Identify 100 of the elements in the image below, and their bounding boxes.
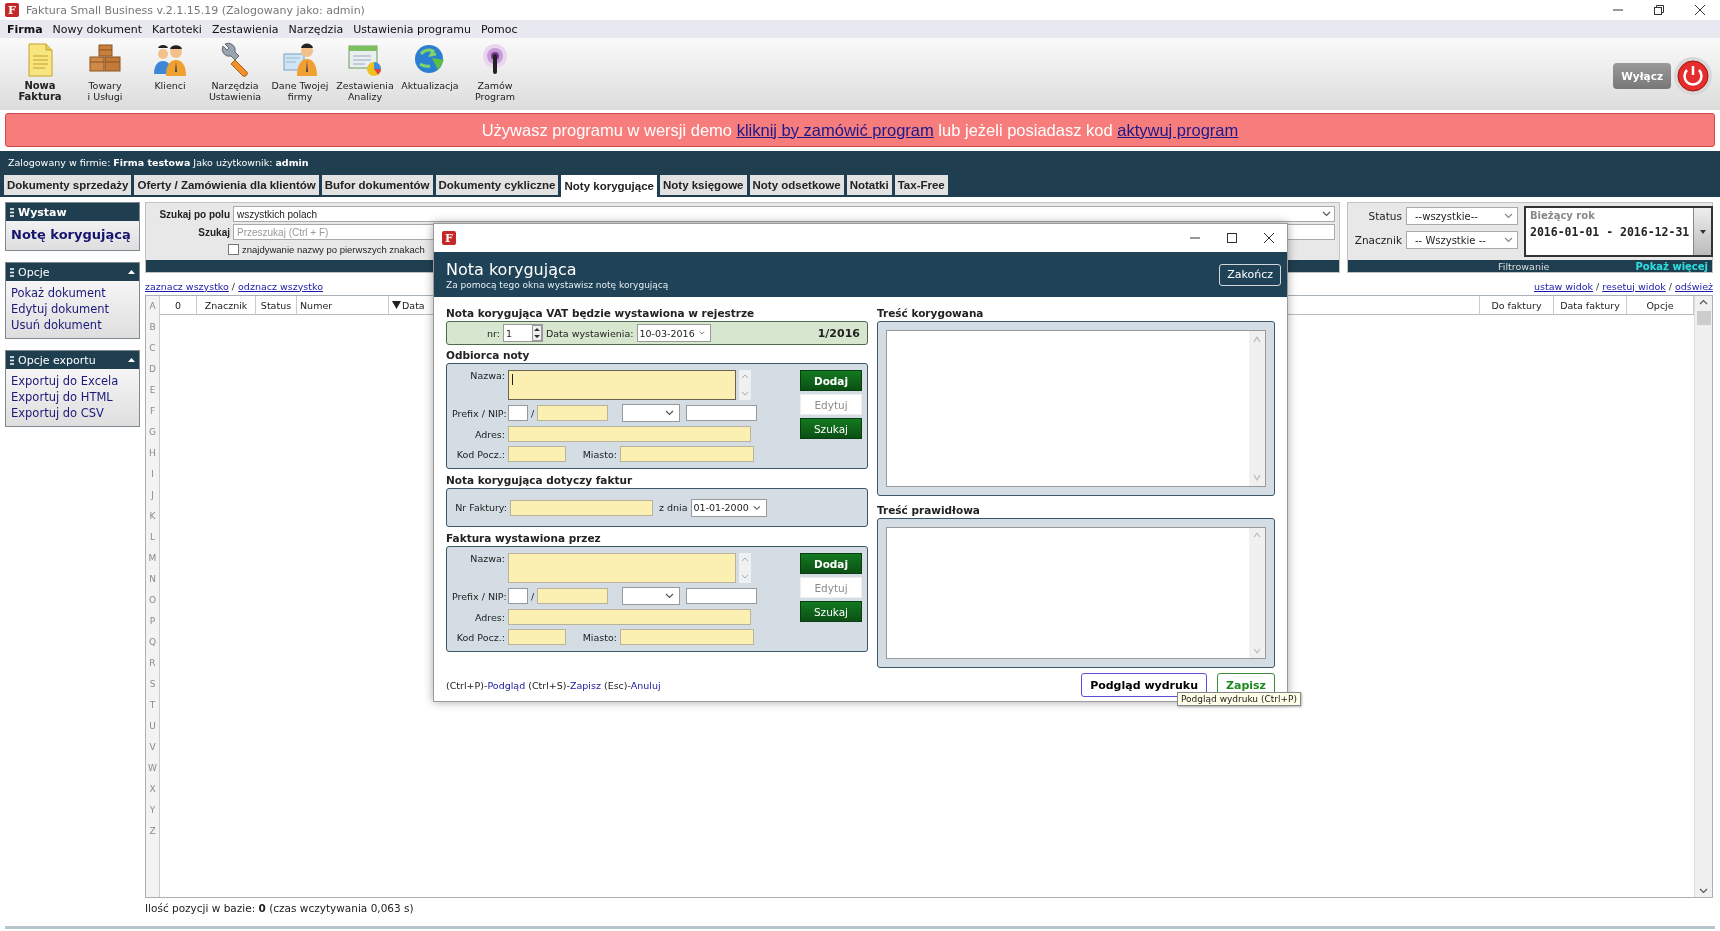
sidebar-link[interactable]: Notę korygującą <box>11 225 134 245</box>
name-field[interactable] <box>508 370 736 400</box>
power-icon[interactable] <box>1673 56 1713 96</box>
number-spinner[interactable]: 1 <box>502 324 543 342</box>
panel-title: Opcje <box>18 265 51 279</box>
tab[interactable]: Noty księgowe <box>659 175 747 195</box>
text-area[interactable] <box>886 527 1266 659</box>
menu-item[interactable]: Pomoc <box>476 22 523 36</box>
address-field[interactable] <box>508 426 751 442</box>
toolbar-button[interactable]: Towary i Usługi <box>74 42 136 102</box>
prefix-field[interactable] <box>508 405 528 421</box>
scroll-thumb[interactable] <box>1696 311 1711 325</box>
menu-item[interactable]: Firma <box>2 22 48 36</box>
action-button[interactable]: Dodaj <box>800 370 862 391</box>
toolbar-button[interactable]: Dane Twojej firmy <box>269 42 331 102</box>
shortcut-link[interactable]: Zapisz <box>569 680 601 691</box>
toolbar-button[interactable]: Narzędzia Ustawienia <box>204 42 266 102</box>
toolbar-button[interactable]: Klienci <box>139 42 201 91</box>
scroll-up-icon[interactable] <box>1699 299 1708 305</box>
finish-button[interactable]: Zakończ <box>1219 263 1281 286</box>
view-link[interactable]: resetuj widok <box>1602 280 1666 292</box>
menu-item[interactable]: Ustawienia programu <box>348 22 477 36</box>
toolbar-button[interactable]: Zamów Program <box>464 42 526 102</box>
toolbar-button[interactable]: Zestawienia Analizy <box>334 42 396 102</box>
collapse-icon[interactable] <box>128 270 135 274</box>
tab[interactable]: Noty odsetkowe <box>749 175 844 195</box>
tab[interactable]: Dokumenty sprzedaży <box>4 175 132 195</box>
city-field[interactable] <box>620 446 754 462</box>
action-button[interactable]: Dodaj <box>800 553 862 574</box>
grip-icon <box>10 207 14 217</box>
shortcut-link[interactable]: Anuluj <box>630 680 661 691</box>
action-button[interactable]: Szukaj <box>800 601 862 622</box>
prefix-field[interactable] <box>508 588 528 604</box>
date-picker[interactable]: 01-01-2000 <box>690 498 767 517</box>
tab[interactable]: Oferty / Zamówienia dla klientów <box>134 175 319 195</box>
show-more-link[interactable]: Pokaż więcej <box>1635 260 1708 272</box>
grip-icon <box>10 267 14 277</box>
collapse-icon[interactable] <box>128 358 135 362</box>
nip-field[interactable] <box>537 588 609 604</box>
tab[interactable]: Tax-Free <box>894 175 948 195</box>
spinner-arrows-icon[interactable] <box>531 325 542 341</box>
column-header[interactable]: 0 <box>160 296 197 314</box>
field-label: Prefix / NIP: <box>452 590 505 602</box>
scroll-down-icon[interactable] <box>1699 888 1708 894</box>
app-logo: F <box>5 3 19 17</box>
tab[interactable]: Noty korygujące <box>561 175 657 197</box>
sidebar-link[interactable]: Exportuj do CSV <box>11 405 134 421</box>
column-header[interactable]: Znacznik <box>197 296 256 314</box>
view-link[interactable]: odśwież <box>1674 280 1713 292</box>
menu-item[interactable]: Narzędzia <box>283 22 349 36</box>
filter-label: Znacznik <box>1353 234 1402 246</box>
postcode-field[interactable] <box>508 446 566 462</box>
action-button[interactable]: Szukaj <box>800 418 862 439</box>
sidebar-link[interactable]: Pokaż dokument <box>11 285 134 301</box>
invoice-number-field[interactable] <box>510 499 653 516</box>
field-label: Data wystawienia: <box>545 327 634 339</box>
column-header[interactable]: Do faktury <box>1480 296 1554 314</box>
view-link[interactable]: ustaw widok <box>1534 280 1594 292</box>
selection-link[interactable]: odznacz wszystko <box>238 280 323 292</box>
city-field[interactable] <box>620 629 754 645</box>
address-field[interactable] <box>508 609 751 625</box>
tab[interactable]: Notatki <box>846 175 892 195</box>
filter-dropdown[interactable]: --wszystkie-- <box>1406 207 1518 225</box>
sidebar-link[interactable]: Exportuj do HTML <box>11 389 134 405</box>
text-field[interactable] <box>686 405 758 421</box>
period-selector[interactable]: Bieżący rok 2016-01-01 - 2016-12-31 <box>1524 206 1714 257</box>
dropdown[interactable] <box>622 404 681 422</box>
date-picker[interactable]: 10-03-2016 <box>636 324 711 342</box>
column-header[interactable]: Data faktury <box>1554 296 1627 314</box>
toolbar-button[interactable]: Nowa Faktura <box>9 42 71 102</box>
dropdown[interactable] <box>622 587 681 605</box>
text-field[interactable] <box>686 588 758 604</box>
menu-item[interactable]: Nowy dokument <box>47 22 148 36</box>
filter-dropdown[interactable]: -- Wszystkie -- <box>1406 231 1518 249</box>
postcode-field[interactable] <box>508 629 566 645</box>
field-label: nr: <box>487 327 500 339</box>
selection-link[interactable]: zaznacz wszystko <box>145 280 229 292</box>
toolbar-button[interactable]: Aktualizacja <box>399 42 461 91</box>
menu-item[interactable]: Zestawienia <box>206 22 284 36</box>
tab[interactable]: Bufor dokumentów <box>321 175 433 195</box>
sidebar-link[interactable]: Usuń dokument <box>11 317 134 333</box>
exit-button[interactable]: Wyłącz <box>1613 63 1671 89</box>
checkbox[interactable] <box>228 243 239 255</box>
order-link[interactable]: kliknij by zamówić program <box>736 120 934 139</box>
sidebar-link[interactable]: Edytuj dokument <box>11 301 134 317</box>
nip-field[interactable] <box>537 405 609 421</box>
column-header[interactable]: Numer <box>297 296 389 314</box>
sidebar-link[interactable]: Exportuj do Excela <box>11 373 134 389</box>
name-field[interactable] <box>508 553 736 583</box>
tab[interactable]: Dokumenty cykliczne <box>435 175 559 195</box>
search-label: Szukaj <box>197 226 230 238</box>
field-dropdown[interactable]: wszystkich polach <box>233 206 1335 222</box>
order-link[interactable]: aktywuj program <box>1117 120 1239 139</box>
shortcut-link[interactable]: Podgląd <box>487 680 526 691</box>
menu-item[interactable]: Kartoteki <box>147 22 207 36</box>
field-label: z dnia <box>659 502 688 513</box>
scrollbar[interactable] <box>1694 296 1712 897</box>
dropdown-icon[interactable] <box>1699 229 1706 234</box>
text-cursor <box>512 374 513 385</box>
column-header[interactable]: Status <box>256 296 297 314</box>
